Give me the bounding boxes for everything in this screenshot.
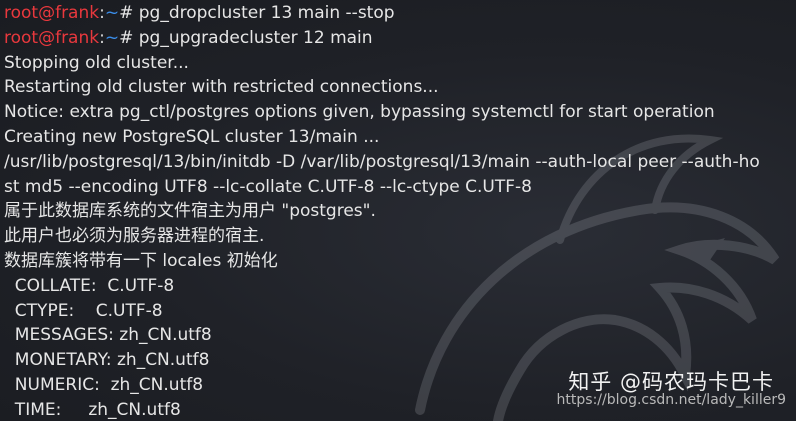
prompt-symbol: # [119,27,139,48]
prompt-path: ~ [104,27,120,48]
output-line: /usr/lib/postgresql/13/bin/initdb -D /va… [4,151,760,172]
command-text: pg_upgradecluster 12 main [138,27,373,48]
command-text: pg_dropcluster 13 main --stop [138,3,395,23]
terminal-output: root@frank:~# pg_dropcluster 13 main --s… [4,1,794,421]
locale-line: CTYPE: C.UTF-8 [4,300,163,321]
output-line: 此用户也必须为服务器进程的宿主. [4,226,265,247]
prompt-user: root@frank [4,3,100,23]
output-line: Notice: extra pg_ctl/postgres options gi… [4,102,715,123]
prompt-user: root@frank [4,27,100,48]
output-line: Restarting old cluster with restricted c… [4,77,439,98]
output-line: 数据库簇将带有一下 locales 初始化 [4,250,278,271]
prompt-symbol: # [119,3,139,23]
prompt-path: ~ [104,3,120,23]
output-line: Stopping old cluster... [4,52,189,73]
output-line: Creating new PostgreSQL cluster 13/main … [4,126,380,147]
output-line: 属于此数据库系统的文件宿主为用户 "postgres". [4,201,376,222]
output-line: st md5 --encoding UTF8 --lc-collate C.UT… [4,176,532,197]
command-line: root@frank:~# pg_upgradecluster 12 main [4,26,794,51]
locale-line: MESSAGES: zh_CN.utf8 [4,325,212,346]
url-watermark: https://blog.csdn.net/lady_killer9 [556,392,786,408]
command-line: root@frank:~# pg_dropcluster 13 main --s… [4,1,794,26]
locale-line: COLLATE: C.UTF-8 [4,275,175,296]
terminal-window[interactable]: root@frank:~# pg_dropcluster 13 main --s… [0,0,796,421]
